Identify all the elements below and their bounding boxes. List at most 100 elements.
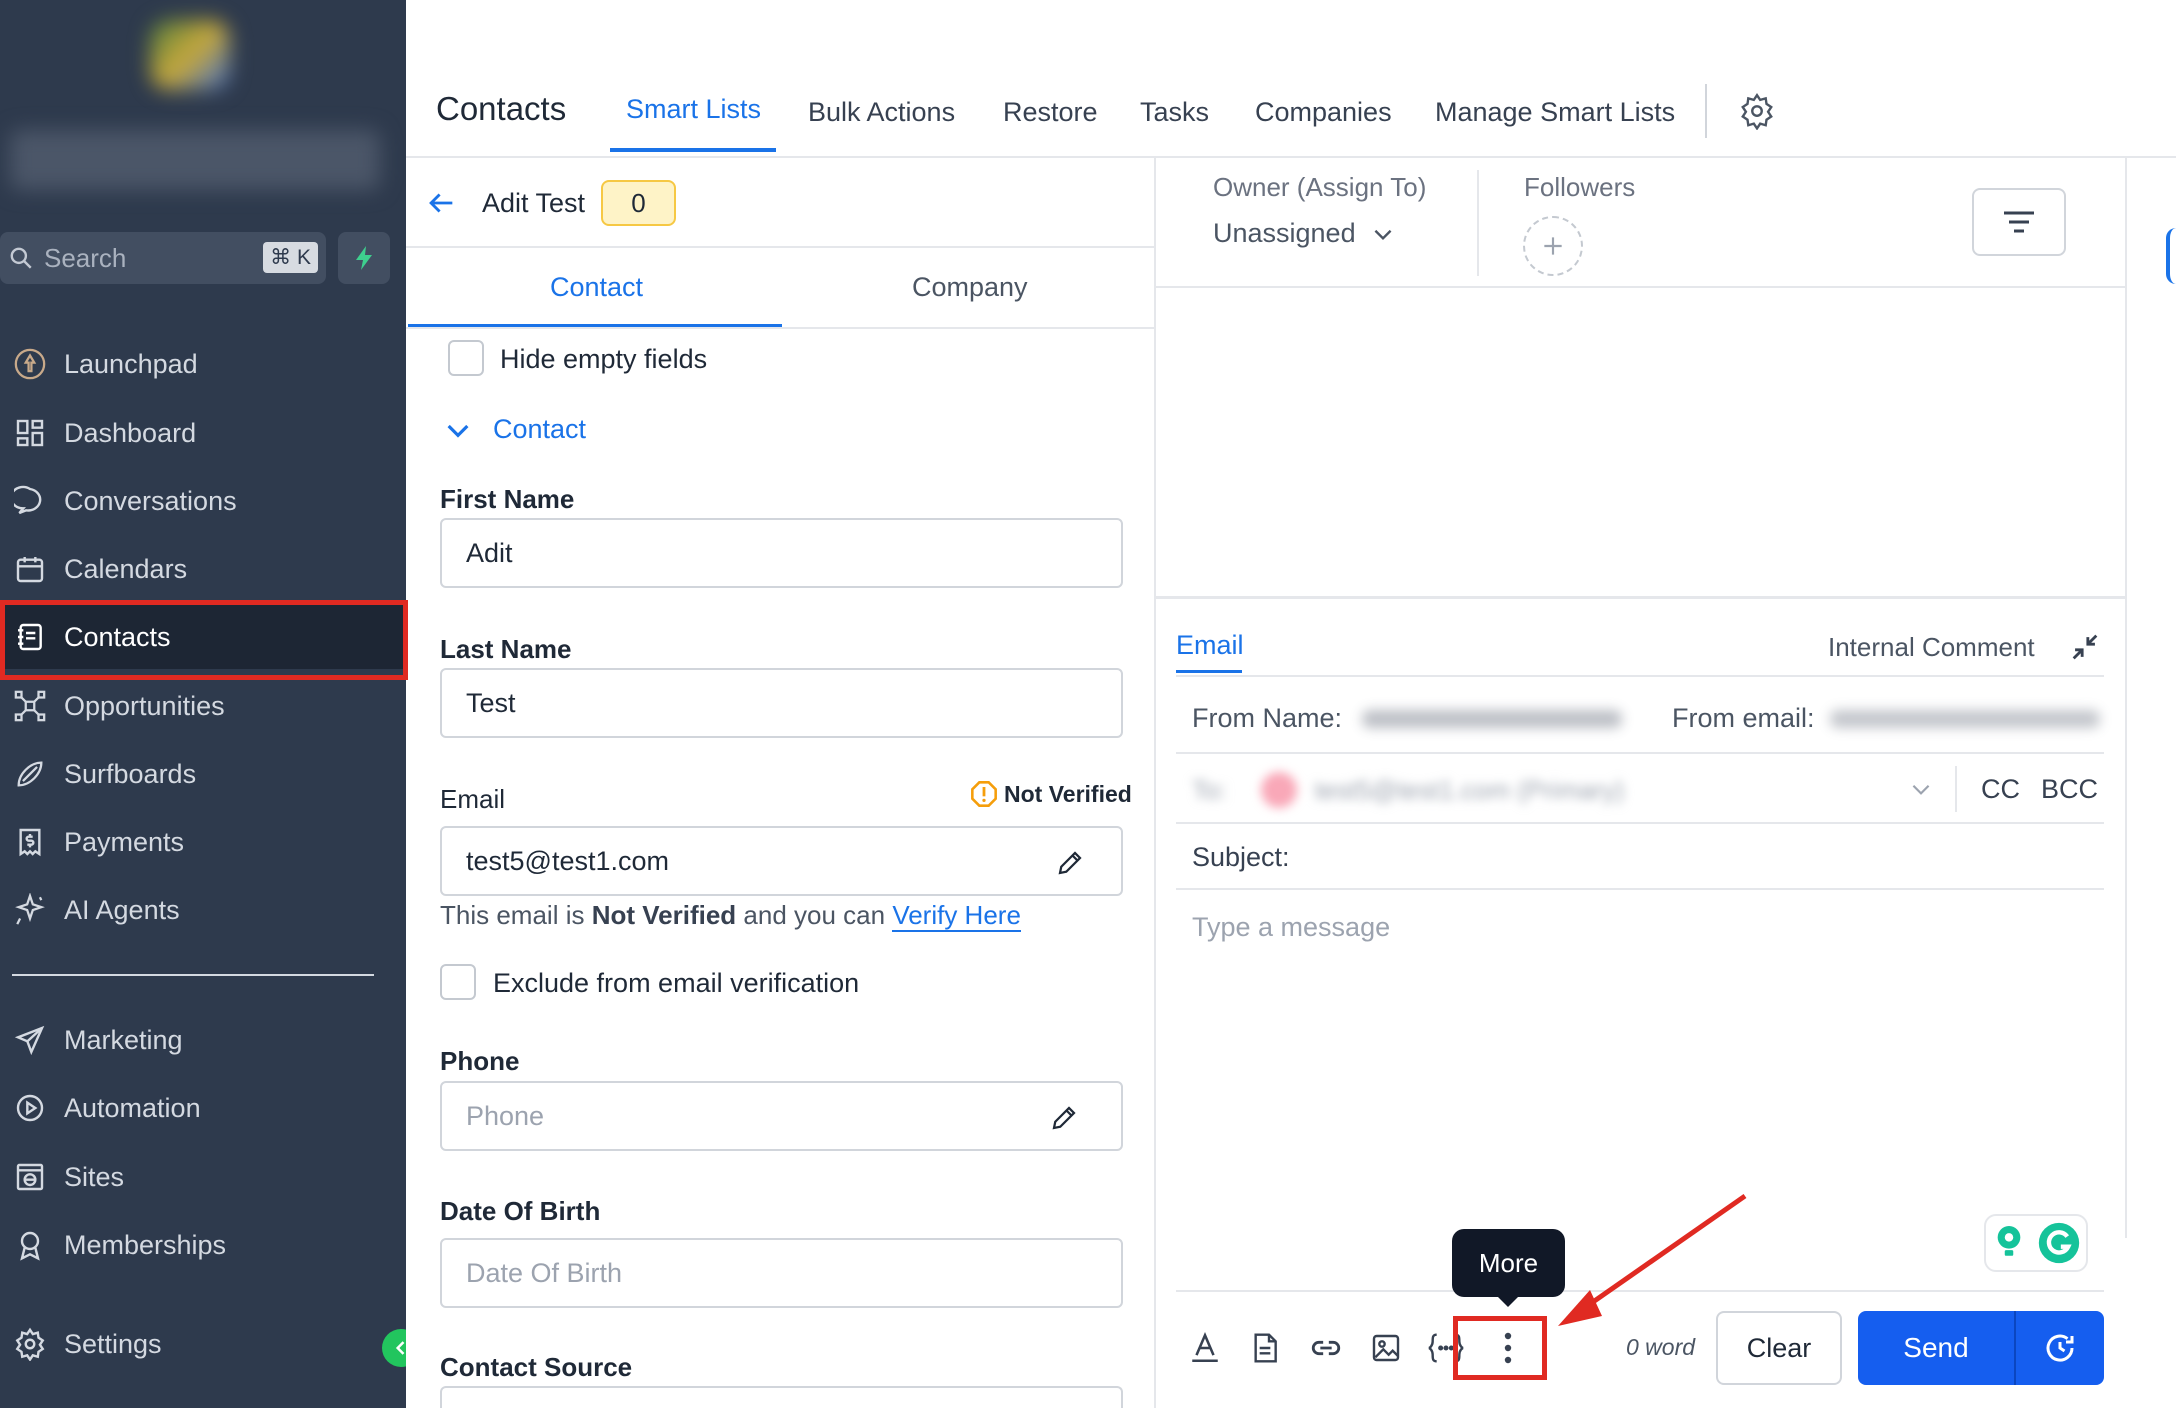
section-toggle[interactable]	[442, 414, 474, 446]
owner-divider	[1477, 170, 1479, 276]
tab-manage-smart-lists[interactable]: Manage Smart Lists	[1435, 97, 1675, 128]
add-follower-button[interactable]	[1523, 216, 1583, 276]
chevron-down-icon	[442, 414, 474, 446]
verify-message: This email is Not Verified and you can V…	[440, 900, 1021, 932]
opportunities-icon	[12, 688, 48, 724]
payments-icon	[12, 824, 48, 860]
composer-tabs-border	[1176, 675, 2104, 677]
sidebar-divider	[12, 974, 374, 976]
automation-icon	[12, 1090, 48, 1126]
tab-contact[interactable]: Contact	[550, 272, 643, 303]
custom-values-button[interactable]	[1426, 1328, 1466, 1368]
last-name-field[interactable]: Test	[440, 668, 1123, 738]
sidebar-item-ai-agents[interactable]: AI Agents	[0, 878, 406, 942]
tab-bulk-actions[interactable]: Bulk Actions	[808, 97, 955, 128]
pencil-icon[interactable]	[1049, 1103, 1079, 1133]
from-name-value	[1362, 710, 1622, 728]
tooltip-arrow	[1497, 1296, 1519, 1307]
search-box[interactable]: Search ⌘ K	[0, 232, 326, 284]
tab-smart-lists[interactable]: Smart Lists	[626, 94, 761, 125]
gear-icon	[1738, 92, 1776, 130]
braces-icon	[1426, 1332, 1466, 1364]
exclude-checkbox[interactable]	[440, 964, 476, 1000]
clock-icon	[2042, 1330, 2078, 1366]
count-badge: 0	[601, 180, 676, 226]
sidebar-item-settings[interactable]: Settings	[0, 1312, 406, 1376]
panel-divider	[1154, 158, 1156, 1408]
to-label: To:	[1192, 774, 1227, 805]
gear-icon	[12, 1326, 48, 1362]
subject-input[interactable]	[1310, 834, 2100, 884]
owner-value: Unassigned	[1213, 218, 1356, 248]
sidebar-item-conversations[interactable]: Conversations	[0, 469, 406, 533]
phone-field[interactable]: Phone	[440, 1081, 1123, 1151]
sidebar-item-label: Automation	[64, 1092, 201, 1123]
hide-empty-checkbox[interactable]	[448, 340, 484, 376]
sidebar-item-memberships[interactable]: Memberships	[0, 1213, 406, 1277]
sidebar-item-calendars[interactable]: Calendars	[0, 537, 406, 601]
account-switcher[interactable]	[10, 130, 380, 190]
sidebar-item-marketing[interactable]: Marketing	[0, 1008, 406, 1072]
tab-email[interactable]: Email	[1176, 630, 1244, 661]
sidebar-item-launchpad[interactable]: Launchpad	[0, 332, 406, 396]
dob-field[interactable]: Date Of Birth	[440, 1238, 1123, 1308]
email-status-text: Not Verified	[1004, 780, 1132, 807]
to-row[interactable]: To: test5@test1.com (Primary)	[1192, 770, 1932, 810]
text-format-button[interactable]	[1185, 1328, 1225, 1368]
email-field[interactable]: test5@test1.com	[440, 826, 1123, 896]
sidebar-item-surfboards[interactable]: Surfboards	[0, 742, 406, 806]
back-button[interactable]	[424, 186, 458, 220]
verify-prefix: This email is	[440, 900, 592, 930]
sidebar-item-automation[interactable]: Automation	[0, 1076, 406, 1140]
composer-top-border	[1156, 596, 2125, 599]
plus-icon	[1540, 233, 1566, 259]
subject-label: Subject:	[1192, 842, 1290, 872]
settings-gear-button[interactable]	[1738, 92, 1776, 130]
send-button[interactable]: Send	[1858, 1311, 2014, 1385]
sidebar-item-label: Contacts	[64, 621, 171, 652]
email-tab-underline	[1176, 670, 1242, 673]
filter-button[interactable]	[1972, 188, 2066, 256]
word-count: 0 word	[1626, 1334, 1696, 1360]
right-edge-tab-indicator[interactable]	[2166, 228, 2176, 284]
sidebar-item-label: Opportunities	[64, 690, 225, 721]
insert-image-button[interactable]	[1366, 1328, 1406, 1368]
badge-icon	[12, 1227, 48, 1263]
minimize-button[interactable]	[2068, 630, 2102, 664]
tab-internal-comment[interactable]: Internal Comment	[1828, 632, 2035, 663]
schedule-send-button[interactable]	[2014, 1311, 2104, 1385]
more-options-button[interactable]	[1488, 1328, 1528, 1368]
verify-mid: and you can	[736, 900, 893, 930]
dob-label: Date Of Birth	[440, 1196, 601, 1226]
source-field[interactable]	[440, 1386, 1123, 1408]
phone-label: Phone	[440, 1046, 520, 1076]
sidebar-item-dashboard[interactable]: Dashboard	[0, 401, 406, 465]
owner-select[interactable]: Unassigned	[1213, 218, 1396, 249]
tab-restore[interactable]: Restore	[1003, 97, 1098, 128]
owner-label: Owner (Assign To)	[1213, 172, 1427, 202]
tab-company[interactable]: Company	[912, 272, 1028, 303]
pencil-icon[interactable]	[1055, 848, 1085, 878]
sidebar-item-payments[interactable]: Payments	[0, 810, 406, 874]
collapse-arrows-icon	[2068, 630, 2102, 664]
verify-here-link[interactable]: Verify Here	[892, 900, 1021, 932]
template-button[interactable]	[1245, 1328, 1285, 1368]
clear-button[interactable]: Clear	[1716, 1311, 1842, 1385]
first-name-field[interactable]: Adit	[440, 518, 1123, 588]
sidebar-item-sites[interactable]: Sites	[0, 1145, 406, 1209]
cc-button[interactable]: CC	[1981, 774, 2020, 805]
tab-tasks[interactable]: Tasks	[1140, 97, 1209, 128]
tabs-bottom-border	[406, 327, 1154, 329]
to-dropdown[interactable]	[1908, 776, 1934, 802]
grammarly-widget[interactable]	[1984, 1214, 2088, 1272]
chevron-left-icon	[391, 1338, 406, 1358]
section-title: Contact	[493, 414, 587, 444]
bcc-button[interactable]: BCC	[2041, 774, 2098, 805]
dob-placeholder: Date Of Birth	[466, 1257, 623, 1288]
sidebar-item-opportunities[interactable]: Opportunities	[0, 674, 406, 738]
sidebar-item-label: Settings	[64, 1328, 162, 1359]
insert-link-button[interactable]	[1306, 1328, 1346, 1368]
tab-companies[interactable]: Companies	[1255, 97, 1392, 128]
sidebar-item-contacts[interactable]: Contacts	[0, 605, 406, 669]
quick-action-button[interactable]	[338, 232, 390, 284]
